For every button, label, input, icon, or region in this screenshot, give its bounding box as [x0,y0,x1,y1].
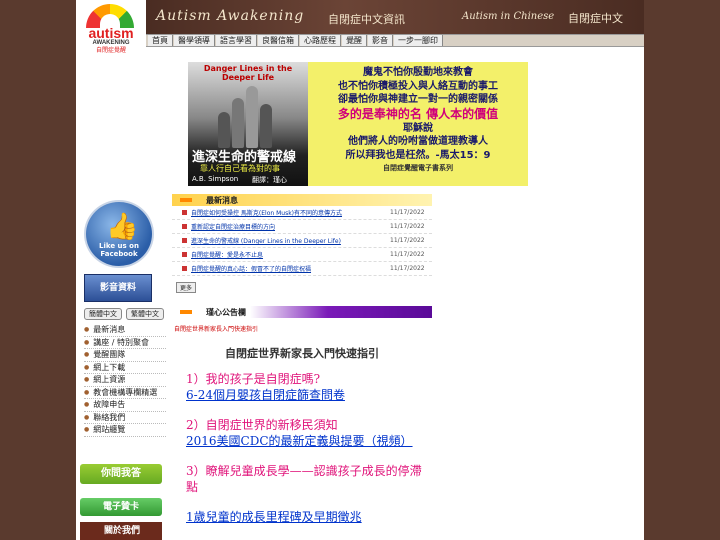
news-item[interactable]: 進深生命的警戒線 (Danger Lines in the Deeper Lif… [172,234,432,248]
side-menu-item[interactable]: 最新消息 [84,324,166,337]
news-item[interactable]: 自閉症覺醒的真心話：假冒不了的自閉症祝福 11/17/2022 [172,262,432,276]
more-button[interactable]: 更多 [176,282,197,293]
book-subtitle: 靠人行自己看為對的事 [200,164,280,173]
media-button[interactable]: 影音資料 [84,274,152,302]
banner-right-en: Autism in Chinese [462,11,555,22]
facebook-label: Like us on Facebook [99,242,139,258]
notice-board: 瑾心公告欄 自閉症世界新家長入門快速指引 自閉症世界新家長入門快速指引 1）我的… [172,306,432,525]
nav-mailbox[interactable]: 良醫信箱 [258,35,299,46]
question-heading: 2）自閉症世界的新移民須知 [186,418,338,432]
simplified-chinese-button[interactable]: 簡體中文 [84,308,122,320]
news-date: 11/17/2022 [390,223,425,230]
logo[interactable]: autism AWAKENING 自閉症覺醒 [76,0,146,58]
nav-video[interactable]: 影音 [368,35,393,46]
page: autism AWAKENING 自閉症覺醒 Autism Awakening … [76,0,644,540]
notice-header-label: 瑾心公告欄 [206,307,246,317]
ebook-button[interactable]: 電子贊卡 [80,498,162,516]
guide-link[interactable]: 2016美國CDC的最新定義與提要（視頻） [186,433,432,449]
notice-title: 自閉症世界新家長入門快速指引 [225,347,379,360]
top-nav: 首頁 醫學領導 語言學習 良醫信箱 心路歷程 覺醒 影音 一步一腳印 [146,34,644,47]
logo-word: autism [88,25,134,41]
nav-journey[interactable]: 心路歷程 [300,35,341,46]
hero-quote: 魔鬼不怕你殷勤地來教會 也不怕你積極投入與人絡互動的事工 卻最怕你與神建立一對一… [308,62,528,186]
book-cover[interactable]: Danger Lines in the Deeper Life 進深生命的警戒線… [188,62,308,186]
news-link[interactable]: 進深生命的警戒線 (Danger Lines in the Deeper Lif… [191,236,390,245]
sidebar: 👍 Like us on Facebook 影音資料 簡體中文 繁體中文 最新消… [76,196,166,540]
nav-home[interactable]: 首頁 [148,35,173,46]
qa-button[interactable]: 你問我答 [80,464,162,484]
bullet-icon [182,266,187,271]
news-section: 最新消息 自閉症如何受操控 馬斯克(Elon Musk)有不同的意傳方式 11/1… [172,194,432,293]
side-menu: 最新消息 講座 / 特別聚會 覺醒團隊 網上下載 網上資源 教會機構專欄精選 故… [84,324,166,437]
logo-zh: 自閉症覺醒 [95,47,126,54]
nav-medical[interactable]: 醫學領導 [174,35,215,46]
question-heading: 1）我的孩子是自閉症嗎? [186,372,321,386]
quote-line: 所以拜我也是枉然。-馬太15：9 [345,149,491,161]
bullet-icon [182,238,187,243]
news-date: 11/17/2022 [390,265,425,272]
news-link[interactable]: 自閉症覺醒的真心話：假冒不了的自閉症祝福 [191,264,390,273]
side-menu-item[interactable]: 網上資源 [84,374,166,387]
side-menu-item[interactable]: 教會機構專欄精選 [84,387,166,399]
book-translator: 翻譯：瑾心 [252,176,287,184]
side-menu-item[interactable]: 覺醒團隊 [84,349,166,362]
banner-right-zh: 自閉症中文 [568,12,623,25]
logo-sub: AWAKENING [92,40,130,46]
news-header: 最新消息 [172,194,432,206]
bullet-icon [182,224,187,229]
side-menu-item[interactable]: 網上下載 [84,362,166,374]
quote-highlight: 多的是奉神的名 傳人本的價值 [337,106,499,121]
nav-awakening[interactable]: 覺醒 [342,35,367,46]
facebook-like-badge[interactable]: 👍 Like us on Facebook [84,200,154,268]
news-header-label: 最新消息 [206,195,238,205]
hero-banner[interactable]: Danger Lines in the Deeper Life 進深生命的警戒線… [188,62,528,186]
news-item[interactable]: 重新認定自閉症治療目標的方向 11/17/2022 [172,220,432,234]
side-menu-item[interactable]: 講座 / 特別聚會 [84,337,166,349]
news-date: 11/17/2022 [390,237,425,244]
bullet-icon [182,252,187,257]
nav-steps[interactable]: 一步一腳印 [394,35,443,46]
news-link[interactable]: 重新認定自閉症治療目標的方向 [191,222,390,231]
header-marker-icon [180,310,192,314]
question-heading: 3）瞭解兒童成長學——認識孩子成長的停滯點 [186,464,422,494]
news-item[interactable]: 自閉症如何受操控 馬斯克(Elon Musk)有不同的意傳方式 11/17/202… [172,206,432,220]
quote-line: 卻最怕你與神建立一對一的親密關係 [338,94,498,105]
side-menu-item[interactable]: 網站纏覽 [84,424,166,437]
header-banner: Autism Awakening 自閉症中文資訊 Autism in Chine… [146,0,644,34]
banner-title-en: Autism Awakening [156,8,305,24]
banner-title-zh: 自閉症中文資訊 [328,13,405,26]
nav-language[interactable]: 語言學習 [216,35,257,46]
side-menu-item[interactable]: 故障申告 [84,399,166,412]
news-item[interactable]: 自閉症覺醒：愛是永不止息 11/17/2022 [172,248,432,262]
quote-line: 耶穌說 [403,122,433,134]
header-marker-icon [180,198,192,202]
thumbs-up-icon: 👍 [106,212,139,242]
notice-breadcrumb[interactable]: 自閉症世界新家長入門快速指引 [174,324,432,333]
quote-line: 也不怕你積極投入與人絡互動的事工 [338,80,498,92]
series-label: 自閉症覺醒電子書系列 [383,164,453,172]
guide-link[interactable]: 1歲兒童的成長里程碑及早期徵兆 [186,509,432,525]
language-switch: 簡體中文 繁體中文 [84,308,164,320]
traditional-chinese-button[interactable]: 繁體中文 [126,308,164,320]
about-us-button[interactable]: 關於我們 [80,522,162,540]
quote-line: 魔鬼不怕你殷勤地來教會 [363,67,473,78]
news-date: 11/17/2022 [390,209,425,216]
news-link[interactable]: 自閉症覺醒：愛是永不止息 [191,250,390,259]
quote-line: 他們將人的吩咐當做道理教導人 [348,136,488,147]
bullet-icon [182,210,187,215]
news-date: 11/17/2022 [390,251,425,258]
news-link[interactable]: 自閉症如何受操控 馬斯克(Elon Musk)有不同的意傳方式 [191,208,390,217]
guide-link[interactable]: 6-24個月嬰孩自閉症篩查問卷 [186,387,432,403]
side-menu-item[interactable]: 聯絡我們 [84,412,166,424]
notice-header: 瑾心公告欄 [172,306,432,318]
book-author: A.B. Simpson [192,175,239,183]
chess-pieces-image [218,78,278,148]
